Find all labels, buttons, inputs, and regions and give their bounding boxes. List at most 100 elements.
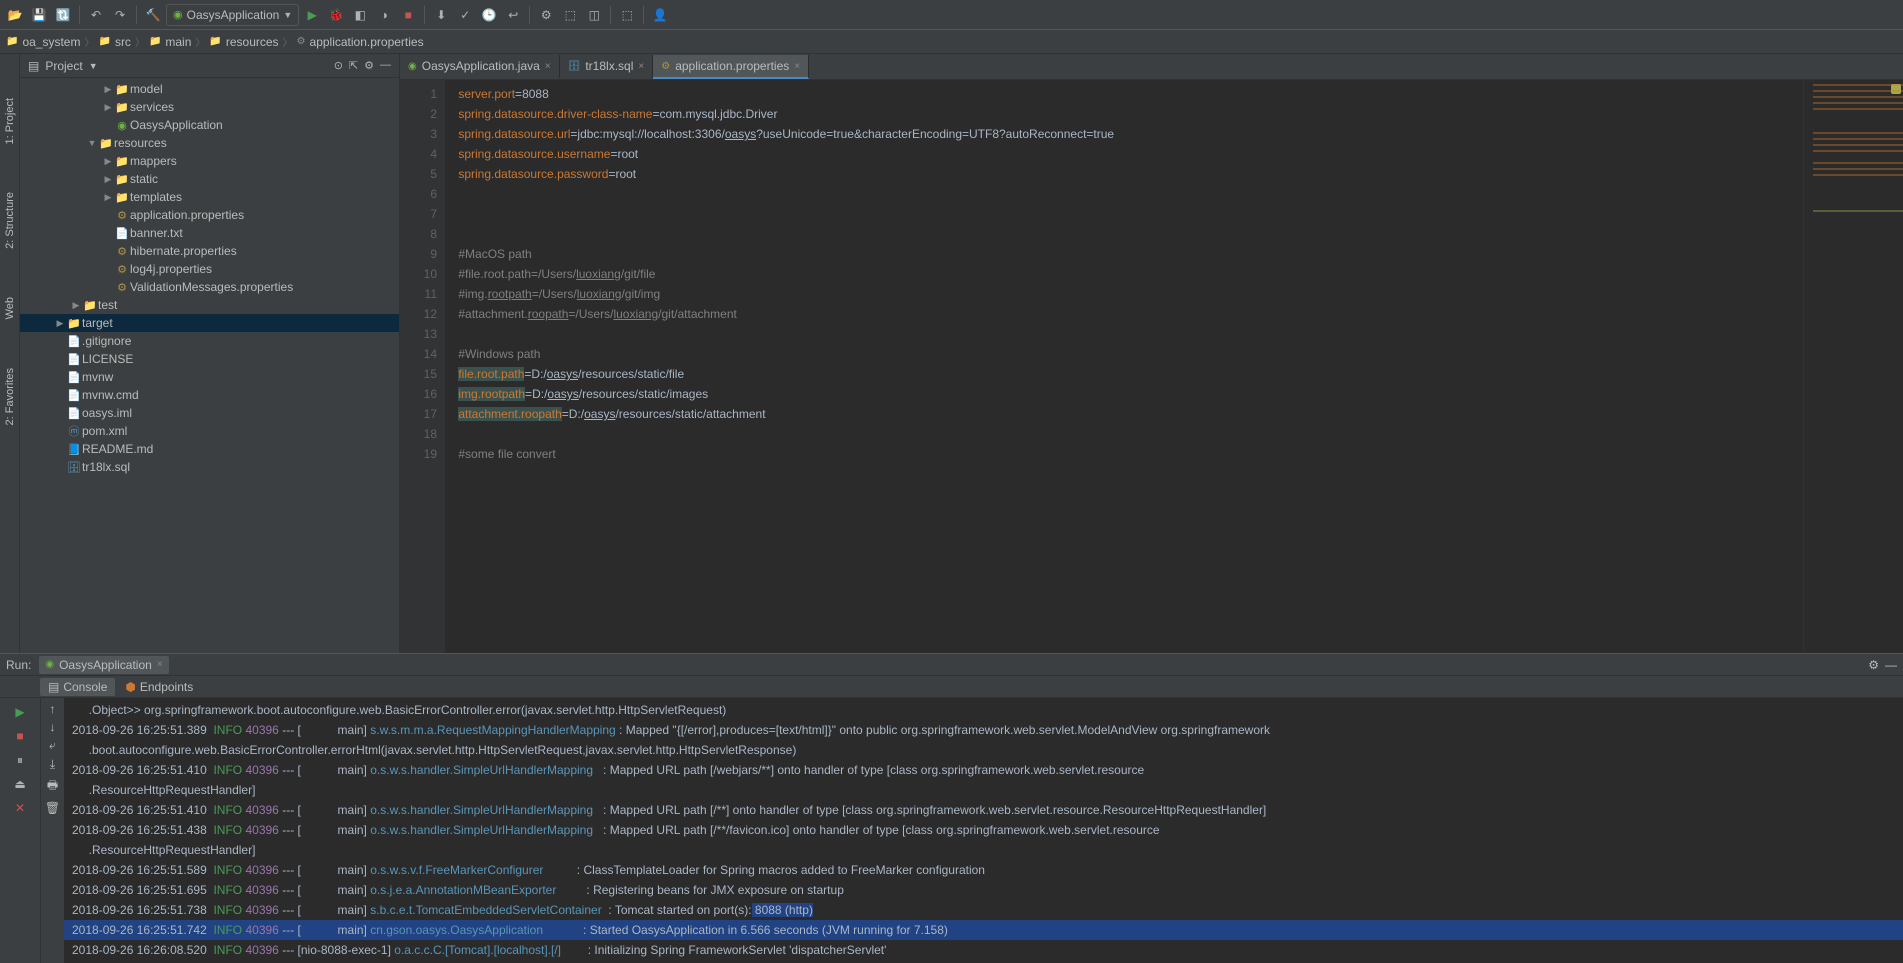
console-line: 2018-09-26 16:25:51.695 INFO 40396 --- […	[64, 880, 1903, 900]
tree-item[interactable]: ▶📁templates	[20, 188, 399, 206]
hammer-icon[interactable]: 🔨	[142, 4, 164, 26]
scroll-icon[interactable]: ⤓	[50, 757, 55, 772]
tool-icon[interactable]: ◫	[583, 4, 605, 26]
console-line: 2018-09-26 16:25:51.589 INFO 40396 --- […	[64, 860, 1903, 880]
breadcrumb-item[interactable]: ⚙application.properties	[297, 35, 424, 49]
tree-item[interactable]: ◉OasysApplication	[20, 116, 399, 134]
minimap[interactable]	[1803, 80, 1903, 653]
hide-icon[interactable]: —	[380, 59, 391, 72]
rerun-icon[interactable]: ▶	[10, 702, 30, 722]
tree-item[interactable]: 📄LICENSE	[20, 350, 399, 368]
debug-icon[interactable]: 🐞	[325, 4, 347, 26]
tree-item[interactable]: 📄banner.txt	[20, 224, 399, 242]
console-line: 2018-09-26 16:25:51.742 INFO 40396 --- […	[64, 920, 1903, 940]
breadcrumb-item[interactable]: 📁main	[149, 35, 191, 49]
close-icon[interactable]: ×	[545, 61, 551, 72]
editor-body[interactable]: 12345678910111213141516171819 server.por…	[400, 80, 1903, 653]
redo-icon[interactable]: ↷	[109, 4, 131, 26]
tree-item[interactable]: 🗄tr18lx.sql	[20, 458, 399, 476]
run-config-dropdown[interactable]: ◉ OasysApplication ▼	[166, 4, 299, 26]
editor-tab[interactable]: 🗄tr18lx.sql×	[560, 55, 654, 79]
code-content[interactable]: server.port=8088 spring.datasource.drive…	[445, 80, 1803, 653]
structure-tab[interactable]: 2: Structure	[2, 188, 18, 253]
vcs-commit-icon[interactable]: ✓	[454, 4, 476, 26]
tree-item[interactable]: ▼📁resources	[20, 134, 399, 152]
tree-item[interactable]: ▶📁services	[20, 98, 399, 116]
breadcrumb-item[interactable]: 📁src	[98, 35, 130, 49]
tree-item[interactable]: ⚙hibernate.properties	[20, 242, 399, 260]
run-tab-label: OasysApplication	[59, 658, 152, 672]
undo-icon[interactable]: ↶	[85, 4, 107, 26]
sync-icon[interactable]: 🔃	[52, 4, 74, 26]
tree-item[interactable]: ▶📁mappers	[20, 152, 399, 170]
save-icon[interactable]: 💾	[28, 4, 50, 26]
tree-item[interactable]: 📄oasys.iml	[20, 404, 399, 422]
project-view-dropdown[interactable]: ▤ Project ▼	[28, 59, 98, 73]
tree-item[interactable]: 📘README.md	[20, 440, 399, 458]
tool-icon[interactable]: ⬚	[559, 4, 581, 26]
console-line: 2018-09-26 16:26:08.520 INFO 40396 --- […	[64, 940, 1903, 960]
close-icon[interactable]: ×	[157, 659, 163, 670]
console-output[interactable]: .Object>> org.springframework.boot.autoc…	[64, 698, 1903, 963]
vcs-update-icon[interactable]: ⬇	[430, 4, 452, 26]
print-icon[interactable]: 🖶	[47, 776, 58, 797]
tree-item[interactable]: ⚙log4j.properties	[20, 260, 399, 278]
locate-icon[interactable]: ⊙	[334, 59, 343, 72]
exit-icon[interactable]: ⏏	[10, 774, 30, 794]
tool-icon[interactable]: 👤	[649, 4, 671, 26]
main-toolbar: 📂 💾 🔃 ↶ ↷ 🔨 ◉ OasysApplication ▼ ▶ 🐞 ◧ ◑…	[0, 0, 1903, 30]
tree-item[interactable]: ▶📁target	[20, 314, 399, 332]
breadcrumb-item[interactable]: 📁oa_system	[6, 35, 80, 49]
close-icon[interactable]: ×	[638, 61, 644, 72]
run-icon[interactable]: ▶	[301, 4, 323, 26]
spring-icon: ◉	[173, 8, 183, 21]
endpoints-tab[interactable]: ⬢ Endpoints	[117, 678, 201, 696]
tree-item[interactable]: ▶📁model	[20, 80, 399, 98]
close-icon[interactable]: ✕	[10, 798, 30, 818]
editor-tab[interactable]: ⚙application.properties×	[653, 55, 809, 79]
run-label: Run:	[6, 658, 31, 672]
web-tab[interactable]: Web	[2, 293, 18, 323]
down-icon[interactable]: ↓	[50, 720, 56, 734]
hide-icon[interactable]: —	[1885, 658, 1897, 672]
tree-item[interactable]: ⚙ValidationMessages.properties	[20, 278, 399, 296]
vcs-history-icon[interactable]: 🕒	[478, 4, 500, 26]
profile-icon[interactable]: ◑	[373, 4, 395, 26]
pause-icon[interactable]: ⏸	[10, 750, 30, 770]
run-body: ▶ ■ ⏸ ⏏ ✕ ↑ ↓ ⤶ ⤓ 🖶 🗑 .Object>> org.spri…	[0, 698, 1903, 963]
close-icon[interactable]: ×	[794, 61, 800, 72]
line-gutter: 12345678910111213141516171819	[400, 80, 445, 653]
console-tab[interactable]: ▤ Console	[40, 678, 115, 696]
collapse-icon[interactable]: ⇱	[349, 59, 358, 72]
gear-icon[interactable]: ⚙	[1868, 658, 1879, 672]
coverage-icon[interactable]: ◧	[349, 4, 371, 26]
gear-icon[interactable]: ⚙	[364, 59, 374, 72]
tree-item[interactable]: ⚙application.properties	[20, 206, 399, 224]
console-line: 2018-09-26 16:25:51.410 INFO 40396 --- […	[64, 760, 1903, 780]
editor-tab[interactable]: ◉OasysApplication.java×	[400, 55, 560, 79]
wrap-icon[interactable]: ⤶	[49, 738, 56, 753]
open-icon[interactable]: 📂	[4, 4, 26, 26]
breadcrumb: 📁oa_system〉📁src〉📁main〉📁resources〉⚙applic…	[0, 30, 1903, 54]
tree-item[interactable]: 📄mvnw.cmd	[20, 386, 399, 404]
project-tab[interactable]: 1: Project	[2, 94, 18, 148]
breadcrumb-item[interactable]: 📁resources	[209, 35, 278, 49]
vcs-revert-icon[interactable]: ↩	[502, 4, 524, 26]
up-icon[interactable]: ↑	[50, 702, 56, 716]
tree-item[interactable]: ▶📁test	[20, 296, 399, 314]
tree-item[interactable]: ▶📁static	[20, 170, 399, 188]
tool-icon[interactable]: ⚙	[535, 4, 557, 26]
tree-item[interactable]: 📄.gitignore	[20, 332, 399, 350]
console-line: .Object>> org.springframework.boot.autoc…	[64, 700, 1903, 720]
tool-icon[interactable]: ⬚	[616, 4, 638, 26]
run-tab[interactable]: ◉ OasysApplication ×	[39, 656, 168, 674]
spring-icon: ◉	[45, 659, 54, 670]
tree-item[interactable]: ⓜpom.xml	[20, 422, 399, 440]
favorites-tab[interactable]: 2: Favorites	[2, 364, 18, 429]
clear-icon[interactable]: 🗑	[45, 801, 60, 815]
project-tree[interactable]: ▶📁model▶📁services◉OasysApplication▼📁reso…	[20, 78, 399, 653]
tree-item[interactable]: 📄mvnw	[20, 368, 399, 386]
stop-icon[interactable]: ■	[10, 726, 30, 746]
chevron-down-icon: ▼	[89, 61, 98, 71]
stop-icon[interactable]: ■	[397, 4, 419, 26]
